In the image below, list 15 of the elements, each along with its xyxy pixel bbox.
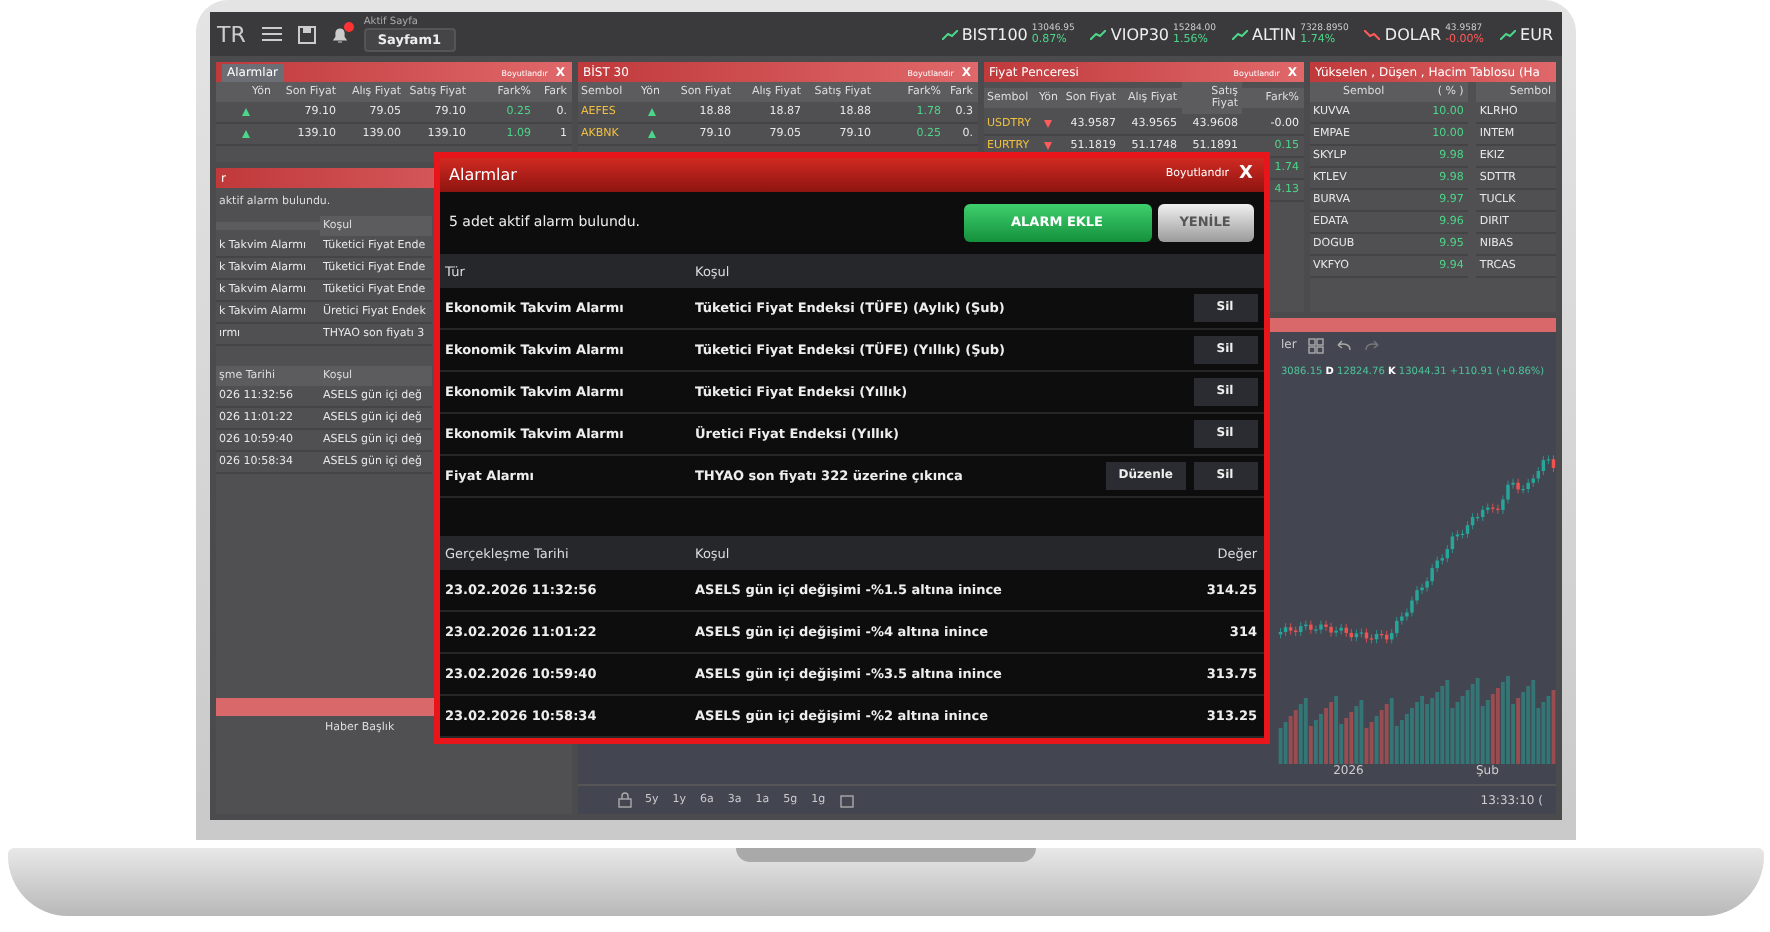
redo-icon[interactable] bbox=[1364, 339, 1381, 351]
dialog-title: Alarmlar bbox=[449, 165, 517, 184]
calendar-icon[interactable] bbox=[839, 793, 854, 807]
ticker-name[interactable]: EUR bbox=[1520, 25, 1553, 43]
ticker-name[interactable]: DOLAR bbox=[1384, 25, 1442, 43]
ticker-name[interactable]: BIST100 bbox=[961, 25, 1028, 43]
brand-text: TR bbox=[217, 21, 246, 47]
grid-layout-icon[interactable] bbox=[1308, 337, 1325, 353]
ticker-name[interactable]: VIOP30 bbox=[1110, 25, 1170, 43]
ticker-name[interactable]: ALTIN bbox=[1252, 25, 1297, 43]
menu-icon[interactable] bbox=[261, 26, 282, 42]
bell-icon[interactable] bbox=[331, 25, 348, 43]
lock-icon[interactable] bbox=[617, 792, 631, 808]
undo-icon[interactable] bbox=[1336, 339, 1353, 351]
close-button[interactable]: X bbox=[1239, 164, 1253, 185]
